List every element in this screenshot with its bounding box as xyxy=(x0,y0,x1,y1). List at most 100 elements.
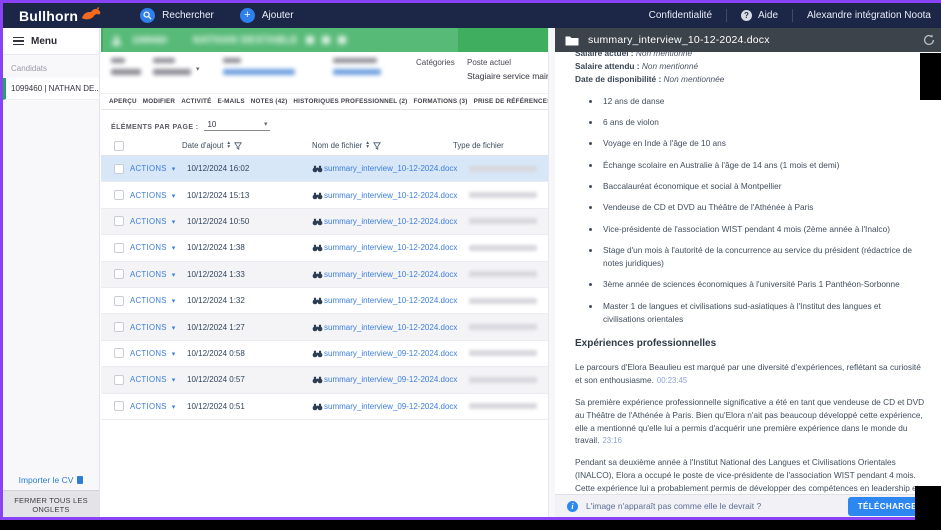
row-checkbox[interactable] xyxy=(114,374,124,385)
timestamp: 23:16 xyxy=(602,436,622,446)
table-row[interactable]: ACTIONS ▾ 10/12/2024 1:27 summary_intervi… xyxy=(101,314,548,341)
row-checkbox[interactable] xyxy=(114,348,124,359)
help-link[interactable]: ? Aide xyxy=(727,10,792,21)
select-all-checkbox[interactable] xyxy=(114,141,124,151)
header-mini-icon xyxy=(337,36,346,44)
file-link[interactable]: summary_interview_10-12-2024.docx xyxy=(324,191,461,200)
column-header-filename[interactable]: Nom de fichier ▴ ▾ xyxy=(312,141,381,150)
actions-dropdown[interactable]: ACTIONS ▾ xyxy=(130,164,187,173)
file-link[interactable]: summary_interview_10-12-2024.docx xyxy=(324,296,461,305)
row-checkbox[interactable] xyxy=(114,401,124,412)
row-checkbox[interactable] xyxy=(114,295,124,306)
menu-button[interactable]: Menu xyxy=(3,28,99,55)
table-row[interactable]: ACTIONS ▾ 10/12/2024 0:58 summary_intervi… xyxy=(101,341,548,368)
row-checkbox[interactable] xyxy=(114,216,124,227)
sidebar-section-candidats: Candidats xyxy=(11,64,48,73)
actions-dropdown[interactable]: ACTIONS ▾ xyxy=(130,402,187,411)
tab-notes[interactable]: NOTES (42) xyxy=(251,98,288,105)
column-header-date[interactable]: Date d'ajout ▴ ▾ xyxy=(182,141,243,150)
preview-binoculars-icon[interactable] xyxy=(312,402,323,411)
filetype-redacted xyxy=(469,271,537,278)
preview-binoculars-icon[interactable] xyxy=(312,296,323,305)
preview-binoculars-icon[interactable] xyxy=(312,217,323,226)
file-link[interactable]: summary_interview_10-12-2024.docx xyxy=(324,217,461,226)
actions-dropdown[interactable]: ACTIONS ▾ xyxy=(130,323,187,332)
actions-dropdown[interactable]: ACTIONS ▾ xyxy=(130,296,187,305)
timestamp: 00:23:45 xyxy=(656,375,688,385)
file-link[interactable]: summary_interview_09-12-2024.docx xyxy=(324,349,461,358)
preview-binoculars-icon[interactable] xyxy=(312,164,323,173)
doc-bullet-list: 12 ans de danse 6 ans de violon Voyage e… xyxy=(601,95,925,326)
tab-activite[interactable]: ACTIVITÉ xyxy=(181,98,211,105)
file-link[interactable]: summary_interview_10-12-2024.docx xyxy=(324,270,461,279)
row-checkbox[interactable] xyxy=(114,322,124,333)
row-checkbox[interactable] xyxy=(114,163,124,174)
table-row[interactable]: ACTIONS ▾ 10/12/2024 16:02 summary_interv… xyxy=(101,156,548,183)
filter-icon[interactable] xyxy=(234,141,243,150)
tab-emails[interactable]: E-MAILS xyxy=(217,98,244,105)
file-link[interactable]: summary_interview_09-12-2024.docx xyxy=(324,375,461,384)
preview-binoculars-icon[interactable] xyxy=(312,243,323,252)
preview-binoculars-icon[interactable] xyxy=(312,323,323,332)
preview-binoculars-icon[interactable] xyxy=(312,270,323,279)
per-page-select[interactable]: 10 ▾ xyxy=(204,120,271,131)
folder-icon xyxy=(565,36,579,45)
row-checkbox[interactable] xyxy=(114,190,124,201)
user-menu[interactable]: Alexandre intégration Noota xyxy=(793,10,941,21)
table-row[interactable]: ACTIONS ▾ 10/12/2024 15:13 summary_interv… xyxy=(101,182,548,209)
doc-field-clipped: Salaire actuel : Non mentionné xyxy=(575,52,693,58)
filter-icon[interactable] xyxy=(373,141,381,150)
date-cell: 10/12/2024 10:50 xyxy=(187,216,250,226)
refresh-icon[interactable] xyxy=(923,34,935,46)
file-link[interactable]: summary_interview_10-12-2024.docx xyxy=(324,323,461,332)
actions-dropdown[interactable]: ACTIONS ▾ xyxy=(130,191,187,200)
tab-apercu[interactable]: APERÇU xyxy=(109,98,137,105)
add-button[interactable]: + Ajouter xyxy=(239,8,294,23)
add-label: Ajouter xyxy=(261,10,294,21)
table-row[interactable]: ACTIONS ▾ 10/12/2024 0:51 summary_intervi… xyxy=(101,394,548,420)
record-tabs: APERÇU MODIFIER ACTIVITÉ E-MAILS NOTES (… xyxy=(101,93,548,110)
file-link[interactable]: summary_interview_10-12-2024.docx xyxy=(324,243,461,252)
document-icon xyxy=(77,476,84,484)
actions-dropdown[interactable]: ACTIONS ▾ xyxy=(130,349,187,358)
row-checkbox[interactable] xyxy=(114,242,124,253)
table-row[interactable]: ACTIONS ▾ 10/12/2024 1:33 summary_intervi… xyxy=(101,261,548,288)
table-row[interactable]: ACTIONS ▾ 10/12/2024 0:57 summary_intervi… xyxy=(101,367,548,394)
file-link[interactable]: summary_interview_10-12-2024.docx xyxy=(324,164,461,173)
field-email-redacted xyxy=(223,58,295,75)
search-button[interactable]: Rechercher xyxy=(140,8,214,23)
table-row[interactable]: ACTIONS ▾ 10/12/2024 1:38 summary_intervi… xyxy=(101,235,548,262)
sidebar-item-candidate-tab[interactable]: 1099460 | NATHAN DE... xyxy=(3,78,99,100)
table-row[interactable]: ACTIONS ▾ 10/12/2024 10:50 summary_interv… xyxy=(101,208,548,236)
sort-icon[interactable]: ▴ ▾ xyxy=(227,141,230,150)
row-checkbox[interactable] xyxy=(114,269,124,280)
actions-dropdown[interactable]: ACTIONS ▾ xyxy=(130,270,187,279)
table-row[interactable]: ACTIONS ▾ 10/12/2024 1:32 summary_intervi… xyxy=(101,288,548,315)
confidentiality-link[interactable]: Confidentialité xyxy=(635,10,726,21)
column-header-filetype[interactable]: Type de fichier xyxy=(453,141,504,150)
actions-dropdown[interactable]: ACTIONS ▾ xyxy=(130,217,187,226)
tab-historiques[interactable]: HISTORIQUES PROFESSIONNEL (2) xyxy=(293,98,407,105)
filetype-redacted xyxy=(469,165,537,172)
bullhorn-logo-text: Bullhorn xyxy=(19,7,79,24)
actions-dropdown[interactable]: ACTIONS ▾ xyxy=(130,243,187,252)
tab-modifier[interactable]: MODIFIER xyxy=(143,98,175,105)
close-all-tabs-button[interactable]: FERMER TOUS LES ONGLETS xyxy=(3,490,99,517)
import-cv-link[interactable]: Importer le CV xyxy=(3,475,99,485)
files-table-header: Date d'ajout ▴ ▾ Nom de fichier ▴ ▾ Type d… xyxy=(101,138,548,156)
preview-binoculars-icon[interactable] xyxy=(312,191,323,200)
preview-header: summary_interview_10-12-2024.docx xyxy=(555,28,941,52)
tab-formations[interactable]: FORMATIONS (3) xyxy=(413,98,467,105)
actions-dropdown[interactable]: ACTIONS ▾ xyxy=(130,375,187,384)
date-cell: 10/12/2024 1:33 xyxy=(187,269,245,279)
filetype-redacted xyxy=(469,297,537,304)
file-link[interactable]: summary_interview_09-12-2024.docx xyxy=(324,402,461,411)
field-civility-redacted: ▾ xyxy=(153,58,200,75)
preview-footer: i L'image n'apparaît pas comme elle le d… xyxy=(555,494,941,517)
filetype-redacted xyxy=(469,218,537,225)
preview-binoculars-icon[interactable] xyxy=(312,349,323,358)
tab-references[interactable]: PRISE DE RÉFÉRENCES (0) xyxy=(474,98,548,105)
preview-binoculars-icon[interactable] xyxy=(312,375,323,384)
sort-icon[interactable]: ▴ ▾ xyxy=(366,141,369,150)
panel-scrollbar-gutter xyxy=(548,28,555,517)
